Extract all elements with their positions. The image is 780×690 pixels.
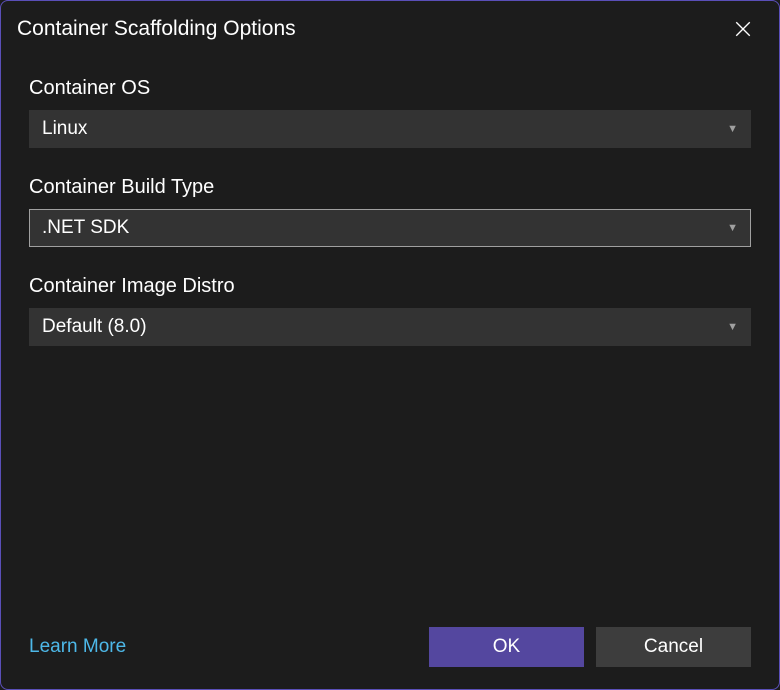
container-build-type-label: Container Build Type xyxy=(29,176,751,199)
learn-more-link[interactable]: Learn More xyxy=(29,636,126,658)
container-image-distro-label: Container Image Distro xyxy=(29,275,751,298)
scaffolding-options-dialog: Container Scaffolding Options Container … xyxy=(0,0,780,690)
close-icon xyxy=(734,20,752,38)
container-build-type-dropdown[interactable]: .NET SDK ▼ xyxy=(29,209,751,247)
dialog-content: Container OS Linux ▼ Container Build Typ… xyxy=(1,53,779,609)
chevron-down-icon: ▼ xyxy=(727,123,738,135)
dialog-footer: Learn More OK Cancel xyxy=(1,609,779,689)
ok-button[interactable]: OK xyxy=(429,627,584,667)
close-button[interactable] xyxy=(727,13,759,45)
cancel-button[interactable]: Cancel xyxy=(596,627,751,667)
container-build-type-field: Container Build Type .NET SDK ▼ xyxy=(29,176,751,247)
container-os-value: Linux xyxy=(42,118,87,140)
chevron-down-icon: ▼ xyxy=(727,222,738,234)
titlebar: Container Scaffolding Options xyxy=(1,1,779,53)
button-row: OK Cancel xyxy=(429,627,751,667)
dialog-title: Container Scaffolding Options xyxy=(17,17,296,41)
container-build-type-value: .NET SDK xyxy=(42,217,129,239)
container-os-label: Container OS xyxy=(29,77,751,100)
container-image-distro-dropdown[interactable]: Default (8.0) ▼ xyxy=(29,308,751,346)
container-image-distro-field: Container Image Distro Default (8.0) ▼ xyxy=(29,275,751,346)
container-os-dropdown[interactable]: Linux ▼ xyxy=(29,110,751,148)
chevron-down-icon: ▼ xyxy=(727,321,738,333)
container-os-field: Container OS Linux ▼ xyxy=(29,77,751,148)
container-image-distro-value: Default (8.0) xyxy=(42,316,147,338)
